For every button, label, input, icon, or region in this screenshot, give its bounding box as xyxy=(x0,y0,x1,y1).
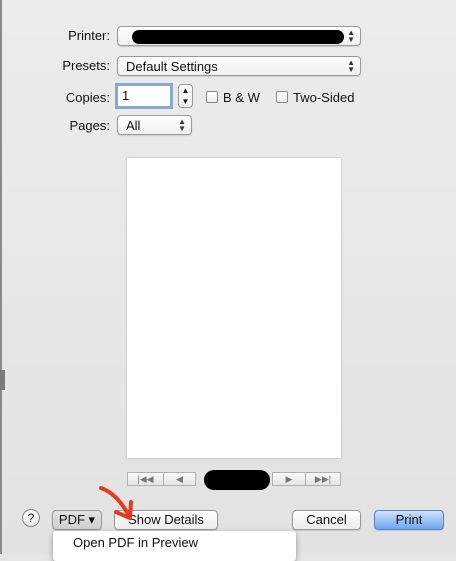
bw-checkbox[interactable] xyxy=(206,91,218,103)
two-sided-label: Two-Sided xyxy=(293,90,355,105)
next-page-button[interactable]: ▶ xyxy=(272,472,306,486)
two-sided-checkbox[interactable] xyxy=(276,91,288,103)
redacted-page-indicator xyxy=(204,470,270,490)
annotation-arrow-icon xyxy=(99,486,133,520)
help-button[interactable]: ? xyxy=(22,509,40,527)
pages-label: Pages: xyxy=(69,118,110,133)
page-preview xyxy=(127,158,341,458)
copies-field[interactable]: 1 xyxy=(117,85,171,107)
cancel-button[interactable]: Cancel xyxy=(292,510,361,530)
window-edge-marker xyxy=(0,370,5,390)
window-edge xyxy=(0,0,2,554)
presets-popup[interactable]: Default Settings ▲ ▼ xyxy=(117,56,361,76)
copies-label: Copies: xyxy=(65,90,110,105)
menu-item-open-pdf-in-preview[interactable]: Open PDF in Preview xyxy=(73,535,198,551)
printer-popup[interactable]: ▲ ▼ xyxy=(117,26,361,46)
previous-page-button[interactable]: ◀ xyxy=(163,472,196,486)
printer-label: Printer: xyxy=(68,28,110,43)
popup-arrows-icon: ▲ ▼ xyxy=(178,117,186,133)
pages-popup[interactable]: All ▲ ▼ xyxy=(117,115,192,135)
print-button[interactable]: Print xyxy=(374,510,444,530)
pdf-dropdown-menu: Open PDF in Preview xyxy=(53,531,296,561)
copies-stepper[interactable]: ▲ ▼ xyxy=(178,84,193,108)
redacted-printer-name xyxy=(132,30,344,44)
popup-arrows-icon: ▲ ▼ xyxy=(347,58,355,74)
presets-label: Presets: xyxy=(62,58,110,73)
last-page-button[interactable]: ▶▶| xyxy=(305,472,341,486)
presets-value: Default Settings xyxy=(126,59,218,74)
bw-label: B & W xyxy=(223,90,260,105)
pdf-menu-button[interactable]: PDF ▾ xyxy=(52,510,102,530)
popup-arrows-icon: ▲ ▼ xyxy=(347,28,355,44)
pages-value: All xyxy=(126,118,141,133)
